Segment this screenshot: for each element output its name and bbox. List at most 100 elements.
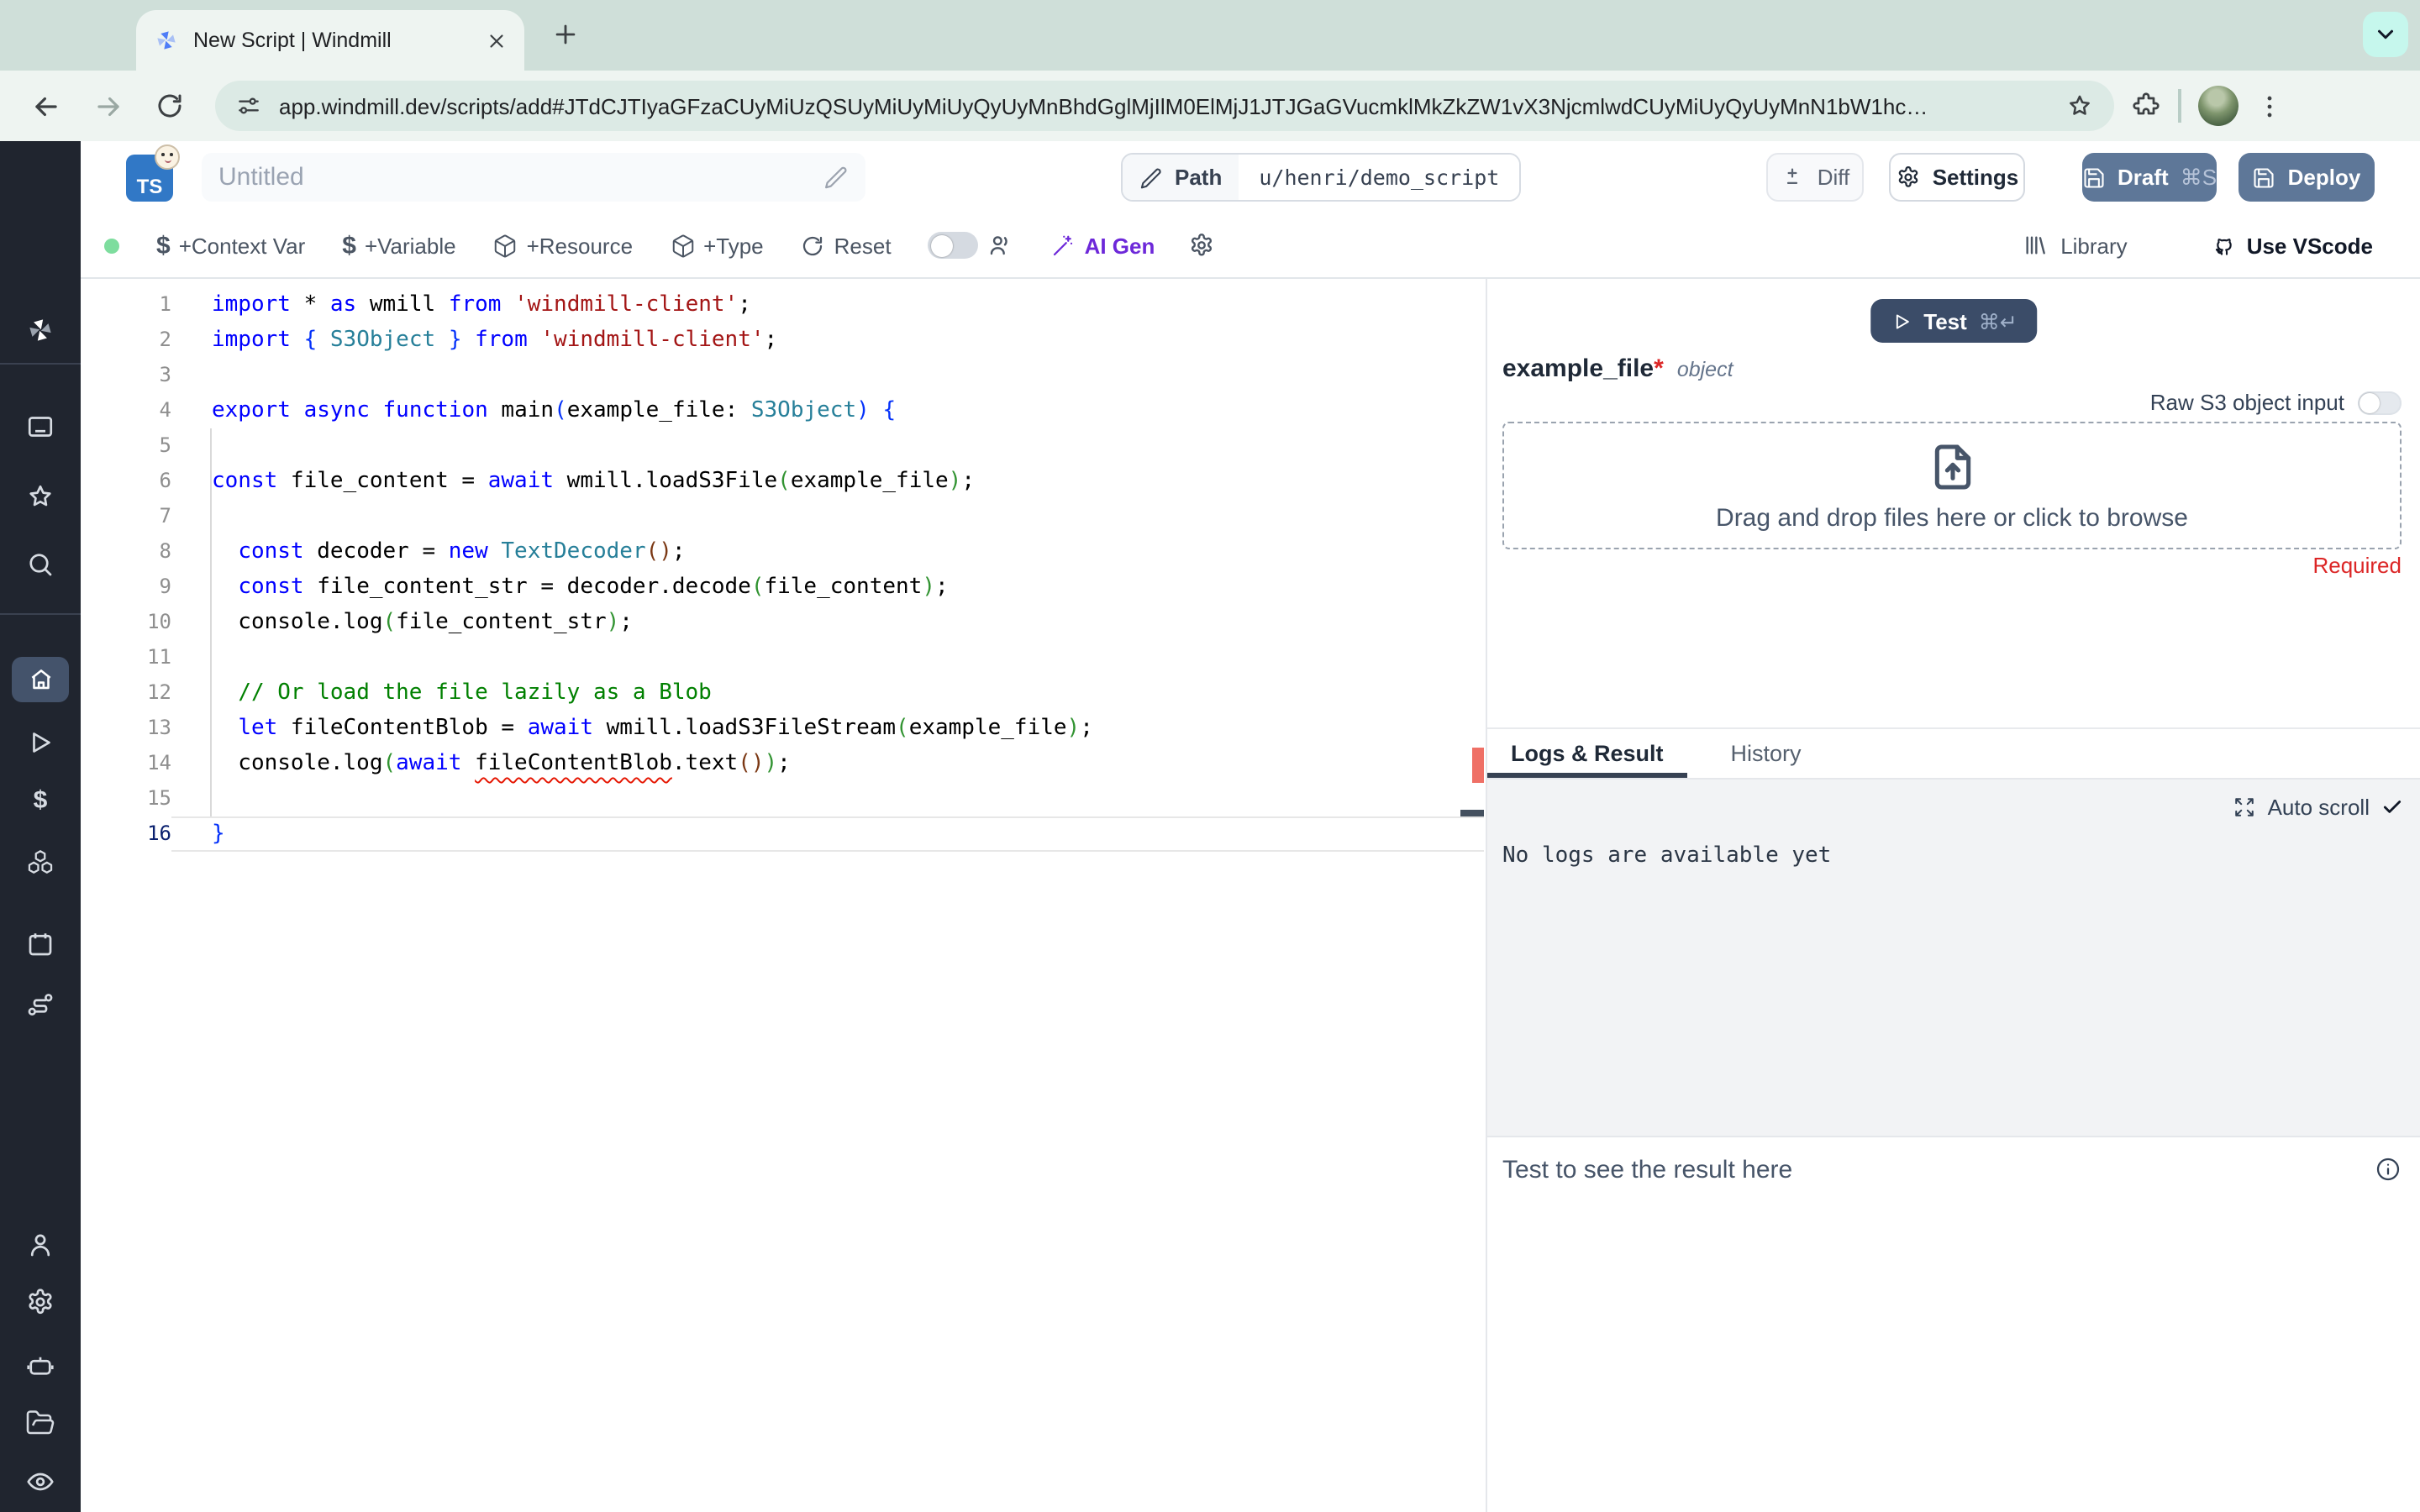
address-bar[interactable]: app.windmill.dev/scripts/add#JTdCJTIyaGF…	[215, 81, 2114, 131]
line-content[interactable]: console.log(await fileContentBlob.text()…	[171, 746, 1484, 781]
sidebar-item-favorites[interactable]	[25, 482, 55, 512]
sidebar-item-variables[interactable]: $	[34, 786, 48, 815]
line-content[interactable]	[171, 781, 1484, 816]
code-line-12[interactable]: 12 // Or load the file lazily as a Blob	[81, 675, 1484, 711]
line-content[interactable]	[171, 358, 1484, 393]
deploy-button[interactable]: Deploy	[2238, 153, 2375, 202]
tab-close-icon[interactable]	[486, 29, 508, 51]
add-context-var-button[interactable]: $ +Context Var	[156, 231, 305, 260]
browser-menu-icon[interactable]	[2255, 92, 2284, 120]
code-line-10[interactable]: 10 console.log(file_content_str);	[81, 605, 1484, 640]
code-line-14[interactable]: 14 console.log(await fileContentBlob.tex…	[81, 746, 1484, 781]
line-content[interactable]: }	[171, 816, 1484, 852]
add-type-button[interactable]: +Type	[670, 233, 764, 258]
script-title-input[interactable]: Untitled	[202, 153, 865, 202]
sidebar-item-settings[interactable]	[25, 1287, 55, 1317]
code-line-13[interactable]: 13 let fileContentBlob = await wmill.loa…	[81, 711, 1484, 746]
use-vscode-button[interactable]: Use VScode	[2208, 232, 2373, 259]
code-line-5[interactable]: 5	[81, 428, 1484, 464]
sidebar-item-search[interactable]	[25, 549, 55, 580]
sidebar-item-workers[interactable]	[25, 1349, 55, 1379]
draft-button[interactable]: Draft ⌘S	[2082, 153, 2217, 202]
add-resource-button[interactable]: +Resource	[493, 233, 633, 258]
line-content[interactable]: const file_content = await wmill.loadS3F…	[171, 464, 1484, 499]
test-button[interactable]: Test ⌘↵	[1870, 299, 2038, 343]
line-content[interactable]: // Or load the file lazily as a Blob	[171, 675, 1484, 711]
line-number: 16	[147, 822, 171, 845]
line-content[interactable]: import { S3Object } from 'windmill-clien…	[171, 323, 1484, 358]
auto-scroll-control[interactable]: Auto scroll	[2234, 795, 2403, 820]
dropzone-text: Drag and drop files here or click to bro…	[1716, 503, 2188, 532]
code-line-16[interactable]: 16}	[81, 816, 1484, 852]
reload-icon[interactable]	[155, 91, 185, 121]
code-line-9[interactable]: 9 const file_content_str = decoder.decod…	[81, 570, 1484, 605]
new-tab-icon[interactable]	[551, 20, 580, 49]
sidebar-item-schedules[interactable]	[25, 929, 55, 959]
diff-button[interactable]: Diff	[1766, 153, 1864, 202]
raw-s3-label: Raw S3 object input	[2149, 390, 2344, 415]
reset-button[interactable]: Reset	[801, 233, 892, 258]
line-content[interactable]: let fileContentBlob = await wmill.loadS3…	[171, 711, 1484, 746]
settings-button[interactable]: Settings	[1889, 153, 2025, 202]
library-button[interactable]: Library	[2022, 232, 2128, 259]
line-content[interactable]	[171, 499, 1484, 534]
bookmark-star-icon[interactable]	[2065, 92, 2094, 120]
line-content[interactable]: const decoder = new TextDecoder();	[171, 534, 1484, 570]
code-line-7[interactable]: 7	[81, 499, 1484, 534]
sidebar-item-resources[interactable]	[25, 847, 55, 877]
sidebar-item-folders[interactable]	[25, 1408, 55, 1438]
code-line-8[interactable]: 8 const decoder = new TextDecoder();	[81, 534, 1484, 570]
line-content[interactable]: console.log(file_content_str);	[171, 605, 1484, 640]
code-line-2[interactable]: 2 import { S3Object } from 'windmill-clie…	[81, 323, 1484, 358]
sidebar-item-flows[interactable]	[25, 990, 55, 1020]
line-number: 5	[159, 433, 171, 457]
sidebar-item-home[interactable]	[12, 657, 69, 702]
browser-tab[interactable]: New Script | Windmill	[136, 10, 524, 71]
sidebar-item-workspace-switcher[interactable]	[25, 412, 55, 442]
code-line-3[interactable]: 3	[81, 358, 1484, 393]
tab-history[interactable]: History	[1707, 729, 1825, 778]
code-lines[interactable]: 1 import * as wmill from 'windmill-client…	[81, 287, 1484, 852]
tab-search-button[interactable]	[2363, 12, 2408, 57]
code-line-4[interactable]: 4 export async function main(example_file…	[81, 393, 1484, 428]
profile-avatar[interactable]	[2198, 86, 2238, 126]
site-settings-icon[interactable]	[235, 92, 262, 119]
forward-icon[interactable]	[92, 90, 124, 122]
code-line-1[interactable]: 1 import * as wmill from 'windmill-client…	[81, 287, 1484, 323]
line-content[interactable]: import * as wmill from 'windmill-client'…	[171, 287, 1484, 323]
toggle-off[interactable]	[928, 232, 979, 259]
back-icon[interactable]	[30, 90, 62, 122]
path-label-segment[interactable]: Path	[1123, 155, 1239, 200]
code-line-15[interactable]: 15	[81, 781, 1484, 816]
path-chip[interactable]: Path u/henri/demo_script	[1121, 153, 1522, 202]
sidebar-item-runs[interactable]	[25, 727, 55, 758]
extensions-icon[interactable]	[2131, 91, 2161, 121]
diff-label: Diff	[1817, 165, 1850, 190]
code-line-11[interactable]: 11	[81, 640, 1484, 675]
sidebar-item-audit-logs[interactable]	[25, 1467, 55, 1497]
line-content[interactable]	[171, 640, 1484, 675]
add-variable-button[interactable]: $ +Variable	[342, 231, 455, 260]
windmill-logo[interactable]	[24, 314, 56, 346]
file-dropzone[interactable]: Drag and drop files here or click to bro…	[1502, 422, 2402, 549]
sidebar-item-user[interactable]	[25, 1230, 55, 1260]
line-content[interactable]: const file_content_str = decoder.decode(…	[171, 570, 1484, 605]
tab-logs-result[interactable]: Logs & Result	[1487, 729, 1687, 778]
line-content[interactable]: export async function main(example_file:…	[171, 393, 1484, 428]
edit-title-icon[interactable]	[823, 165, 849, 190]
editor-settings-gear-icon[interactable]	[1188, 232, 1215, 259]
line-number: 14	[147, 751, 171, 774]
info-icon[interactable]	[2375, 1156, 2402, 1183]
multiplayer-toggle[interactable]	[928, 232, 1014, 259]
code-line-6[interactable]: 6 const file_content = await wmill.loadS3…	[81, 464, 1484, 499]
url-text[interactable]: app.windmill.dev/scripts/add#JTdCJTIyaGF…	[279, 93, 2065, 118]
expand-icon[interactable]	[2234, 796, 2256, 818]
line-content[interactable]	[171, 428, 1484, 464]
line-number: 7	[159, 504, 171, 528]
ai-gen-button[interactable]: AI Gen	[1051, 233, 1155, 258]
raw-s3-toggle[interactable]	[2358, 391, 2402, 414]
path-value[interactable]: u/henri/demo_script	[1239, 155, 1520, 200]
emoji-badge	[155, 144, 180, 170]
overview-ruler-cursor-marker	[1460, 810, 1484, 816]
code-editor[interactable]: 1 import * as wmill from 'windmill-client…	[81, 279, 1484, 1512]
